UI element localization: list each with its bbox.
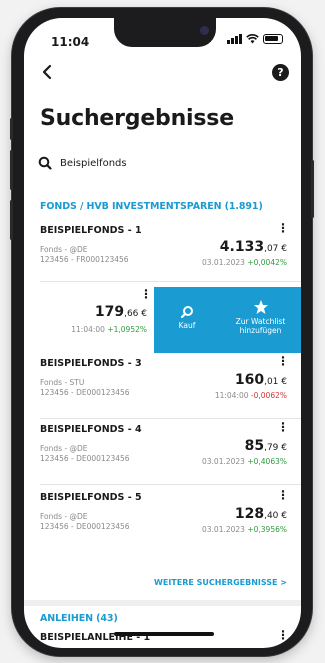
fund-id: 123456 - FR000123456 bbox=[40, 255, 129, 264]
buy-button[interactable]: Kauf bbox=[154, 287, 220, 353]
fund-date-change: 03.01.2023 +0,3956% bbox=[202, 525, 287, 534]
fund-price: 4.133,07 € bbox=[220, 239, 287, 255]
status-time: 11:04 bbox=[51, 35, 90, 49]
camera bbox=[200, 26, 209, 35]
more-vertical-icon[interactable]: ⋮ bbox=[277, 222, 289, 234]
fund-type: Fonds - @DE bbox=[40, 512, 88, 521]
bonds-section-heading: ANLEIHEN (43) bbox=[40, 613, 118, 624]
more-vertical-icon[interactable]: ⋮ bbox=[277, 421, 289, 433]
phone-side-button bbox=[10, 150, 13, 190]
fund-row[interactable]: BEISPIELFONDS - 5 Fonds - @DE 123456 - D… bbox=[24, 489, 301, 548]
notch bbox=[114, 18, 216, 47]
fund-price: 179,66 € bbox=[95, 304, 147, 320]
fund-change: +0,3956% bbox=[247, 525, 287, 534]
battery-icon bbox=[263, 34, 283, 44]
fund-name: BEISPIELFONDS - 5 bbox=[40, 492, 142, 503]
fund-id: 123456 - DE000123456 bbox=[40, 522, 130, 531]
price-decimals: ,66 € bbox=[124, 309, 147, 319]
search-query[interactable]: Beispielfonds bbox=[38, 156, 127, 170]
price-main: 85 bbox=[244, 438, 265, 454]
divider bbox=[40, 418, 301, 419]
wifi-icon bbox=[246, 34, 259, 44]
fund-date-change: 03.01.2023 +0,4063% bbox=[202, 457, 287, 466]
price-main: 128 bbox=[234, 506, 265, 522]
fund-date-change: 03.01.2023 +0,0042% bbox=[202, 258, 287, 267]
fund-row[interactable]: BEISPIELFONDS - 3 Fonds - STU 123456 - D… bbox=[24, 355, 301, 414]
fund-id: 123456 - DE000123456 bbox=[40, 388, 130, 397]
home-indicator bbox=[114, 632, 214, 636]
fund-type: Fonds - @DE bbox=[40, 444, 88, 453]
fund-name: BEISPIELFONDS - 1 bbox=[40, 225, 142, 236]
funds-section-heading: FONDS / HVB INVESTMENTSPAREN (1.891) bbox=[40, 201, 263, 212]
fund-date: 11:04:00 bbox=[214, 391, 249, 400]
price-decimals: ,07 € bbox=[264, 244, 287, 254]
phone-screen: 11:04 ? Suchergebnisse Beispielfonds FON… bbox=[24, 18, 301, 648]
fund-change: -0,0062% bbox=[250, 391, 287, 400]
fund-date: 03.01.2023 bbox=[202, 258, 245, 267]
fund-id: 123456 - DE000123456 bbox=[40, 454, 130, 463]
fund-date: 03.01.2023 bbox=[202, 525, 245, 534]
help-icon[interactable]: ? bbox=[272, 64, 289, 81]
status-icons bbox=[227, 34, 283, 44]
signal-icon bbox=[227, 34, 242, 44]
fund-change: +0,4063% bbox=[247, 457, 287, 466]
phone-side-button bbox=[10, 200, 13, 240]
more-vertical-icon[interactable]: ⋮ bbox=[277, 355, 289, 367]
swipe-actions: Kauf Zur Watchlist hinzufügen bbox=[154, 287, 301, 353]
buy-label: Kauf bbox=[178, 321, 196, 330]
section-gap bbox=[24, 600, 301, 606]
phone-side-button bbox=[311, 160, 314, 218]
price-decimals: ,79 € bbox=[264, 443, 287, 453]
price-decimals: ,40 € bbox=[264, 511, 287, 521]
page-title: Suchergebnisse bbox=[40, 106, 234, 131]
watchlist-label-line2: hinzufügen bbox=[239, 326, 282, 335]
fund-date-change: 11:04:00 +1,0952% bbox=[71, 325, 147, 334]
price-main: 4.133 bbox=[219, 239, 265, 255]
fund-date: 03.01.2023 bbox=[202, 457, 245, 466]
fund-type: Fonds - STU bbox=[40, 378, 85, 387]
divider bbox=[40, 484, 301, 485]
star-icon bbox=[253, 300, 268, 314]
fund-change: +1,0952% bbox=[107, 325, 147, 334]
buy-icon bbox=[180, 306, 193, 319]
fund-change: +0,0042% bbox=[247, 258, 287, 267]
watchlist-label-line1: Zur Watchlist bbox=[235, 317, 286, 326]
fund-price: 128,40 € bbox=[235, 506, 287, 522]
more-vertical-icon[interactable]: ⋮ bbox=[277, 489, 289, 501]
more-vertical-icon[interactable]: ⋮ bbox=[277, 629, 289, 641]
fund-row[interactable]: BEISPIELFONDS - 4 Fonds - @DE 123456 - D… bbox=[24, 421, 301, 480]
search-icon bbox=[38, 156, 52, 170]
fund-name: BEISPIELFONDS - 4 bbox=[40, 424, 142, 435]
divider bbox=[40, 281, 301, 282]
fund-date-change: 11:04:00 -0,0062% bbox=[215, 391, 287, 400]
fund-date: 11:04:00 bbox=[71, 325, 105, 334]
phone-side-button bbox=[10, 118, 13, 140]
more-results-link[interactable]: WEITERE SUCHERGEBNISSE > bbox=[154, 578, 287, 587]
fund-price: 85,79 € bbox=[245, 438, 287, 454]
fund-name: BEISPIELFONDS - 3 bbox=[40, 358, 142, 369]
price-main: 160 bbox=[234, 372, 265, 388]
fund-price: 160,01 € bbox=[235, 372, 287, 388]
back-arrow-icon[interactable] bbox=[38, 62, 58, 82]
price-decimals: ,01 € bbox=[264, 377, 287, 387]
fund-row[interactable]: BEISPIELFONDS - 1 Fonds - @DE 123456 - F… bbox=[24, 222, 301, 281]
search-query-text: Beispielfonds bbox=[60, 157, 127, 169]
more-vertical-icon[interactable]: ⋮ bbox=[140, 288, 152, 300]
price-main: 179 bbox=[94, 304, 125, 320]
add-to-watchlist-button[interactable]: Zur Watchlist hinzufügen bbox=[220, 287, 301, 353]
fund-type: Fonds - @DE bbox=[40, 245, 88, 254]
